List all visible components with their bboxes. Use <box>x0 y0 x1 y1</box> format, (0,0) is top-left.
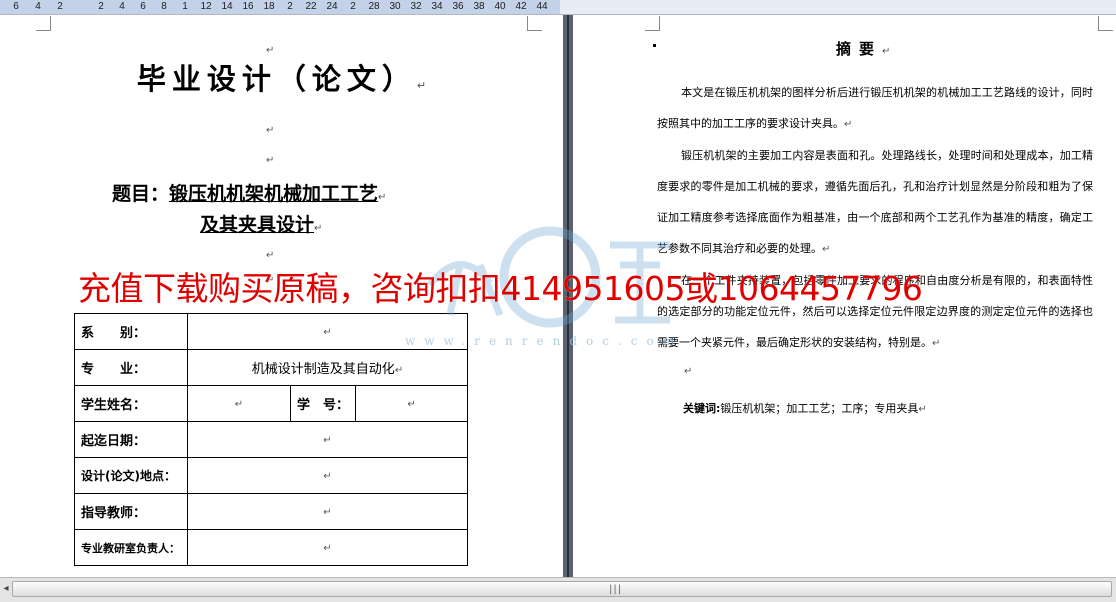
topic-text-1: 锻压机机架机械加工工艺 <box>169 183 379 205</box>
location-field[interactable]: ↵ <box>187 457 468 494</box>
office-head-label: 专业教研室负责人： <box>74 529 188 566</box>
topic-line-2: 及其夹具设计↵ <box>200 210 322 237</box>
major-value: 机械设计制造及其自动化 <box>251 362 395 377</box>
watermark-text: 充值下载购买原稿，咨询扣扣414951605或1064457796 <box>78 269 923 308</box>
student-name-field[interactable]: ↵ <box>187 385 291 422</box>
paragraph-mark: ↵ <box>314 223 323 234</box>
abstract-title: 摘要↵ <box>836 38 890 59</box>
table-row: 专 业： 机械设计制造及其自动化↵ <box>74 349 468 386</box>
topic-text-2: 及其夹具设计 <box>200 214 315 236</box>
ruler-label: 44 <box>536 1 548 12</box>
ruler-label: 6 <box>13 1 19 12</box>
abstract-paragraph-1: 本文是在锻压机机架的图样分析后进行锻压机机架的机械加工工艺路线的设计，同时按照其… <box>657 77 1093 140</box>
scrollbar-thumb[interactable]: ||| <box>12 581 1112 597</box>
paragraph-mark: ↵ <box>378 192 387 203</box>
table-row: 专业教研室负责人： ↵ <box>74 529 468 566</box>
topic-line-1: 题目：锻压机机架机械加工工艺↵ <box>112 179 386 206</box>
paragraph-mark: ↵ <box>323 435 332 446</box>
ruler-label: 16 <box>242 1 254 12</box>
paragraph-mark: ↵ <box>266 155 275 166</box>
paragraph-mark: ↵ <box>882 46 891 57</box>
table-row: 起迄日期： ↵ <box>74 421 468 458</box>
crop-mark <box>36 16 51 31</box>
paragraph-mark: ↵ <box>932 338 941 349</box>
office-head-field[interactable]: ↵ <box>187 529 468 566</box>
location-label: 设计(论文)地点： <box>74 457 188 494</box>
major-field[interactable]: 机械设计制造及其自动化↵ <box>187 349 468 386</box>
dates-field[interactable]: ↵ <box>187 421 468 458</box>
ruler-label: 6 <box>140 1 146 12</box>
student-info-table: 系 别： ↵ 专 业： 机械设计制造及其自动化↵ 学生姓名： ↵ 学 号： ↵ … <box>74 313 468 566</box>
paragraph-mark: ↵ <box>684 366 693 377</box>
paragraph-mark: ↵ <box>394 365 404 376</box>
scrollbar-grip-icon: ||| <box>609 584 623 595</box>
ruler-label: 2 <box>98 1 104 12</box>
paragraph-mark: ↵ <box>266 125 275 136</box>
ruler-label: 32 <box>410 1 422 12</box>
ruler-label: 4 <box>119 1 125 12</box>
advisor-field[interactable]: ↵ <box>187 493 468 530</box>
horizontal-ruler[interactable]: 6 4 2 2 4 6 8 1 12 14 16 18 2 22 24 2 28 30 32 34 36 38 40 42 44 <box>0 0 1116 15</box>
ruler-label: 42 <box>515 1 527 12</box>
keywords-line: 关键词:锻压机机架；加工工艺；工序；专用夹具↵ <box>683 402 927 415</box>
abstract-title-text: 摘要 <box>836 40 883 58</box>
ruler-label: 24 <box>326 1 338 12</box>
bullet-mark <box>653 44 656 47</box>
department-label: 系 别： <box>74 313 188 350</box>
crop-mark <box>527 16 542 31</box>
thesis-title: 毕业设计（论文）↵ <box>0 56 563 98</box>
advisor-label: 指导教师： <box>74 493 188 530</box>
abstract-paragraph-2: 锻压机机架的主要加工内容是表面和孔。处理路线长，处理时间和处理成本，加工精度要求… <box>657 140 1093 265</box>
watermark-url: www.renrendoc.com <box>405 334 684 348</box>
ruler-label: 8 <box>161 1 167 12</box>
ruler-label: 34 <box>431 1 443 12</box>
ruler-label: 22 <box>305 1 317 12</box>
scroll-left-arrow-icon[interactable]: ◂ <box>0 581 12 597</box>
ruler-label: 14 <box>221 1 233 12</box>
ruler-label: 4 <box>35 1 41 12</box>
ruler-label: 38 <box>473 1 485 12</box>
topic-prefix: 题目： <box>112 183 170 205</box>
horizontal-scrollbar[interactable]: ◂ ||| <box>0 577 1116 602</box>
crop-mark <box>1098 16 1113 31</box>
ruler-label: 30 <box>389 1 401 12</box>
paragraph-mark: ↵ <box>323 543 332 554</box>
paragraph-mark: ↵ <box>266 250 275 261</box>
table-row: 指导教师： ↵ <box>74 493 468 530</box>
dates-label: 起迄日期： <box>74 421 188 458</box>
ruler-label: 28 <box>368 1 380 12</box>
paragraph-mark: ↵ <box>323 471 332 482</box>
ruler-label: 18 <box>263 1 275 12</box>
student-id-label: 学 号： <box>289 385 357 422</box>
student-name-label: 学生姓名： <box>74 385 188 422</box>
abstract-paragraph-text: 本文是在锻压机机架的图样分析后进行锻压机机架的机械加工工艺路线的设计，同时按照其… <box>657 86 1093 130</box>
major-label: 专 业： <box>74 349 188 386</box>
paragraph-mark: ↵ <box>822 244 831 255</box>
ruler-label: 2 <box>57 1 63 12</box>
paragraph-mark: ↵ <box>266 45 275 56</box>
paragraph-mark: ↵ <box>323 507 332 518</box>
crop-mark <box>645 16 660 31</box>
ruler-label: 2 <box>287 1 293 12</box>
abstract-paragraph-text: 锻压机机架的主要加工内容是表面和孔。处理路线长，处理时间和处理成本，加工精度要求… <box>657 149 1093 255</box>
ruler-label: 1 <box>182 1 188 12</box>
paragraph-mark: ↵ <box>844 119 853 130</box>
table-row: 学生姓名： ↵ 学 号： ↵ <box>74 385 468 422</box>
ruler-label: 12 <box>200 1 212 12</box>
paragraph-mark: ↵ <box>407 399 416 410</box>
ruler-label: 36 <box>452 1 464 12</box>
table-row: 设计(论文)地点： ↵ <box>74 457 468 494</box>
paragraph-mark: ↵ <box>416 79 427 92</box>
paragraph-mark: ↵ <box>323 327 332 338</box>
thesis-title-text: 毕业设计（论文） <box>136 62 417 96</box>
keywords-label: 关键词 <box>683 402 716 415</box>
keywords-text: 锻压机机架；加工工艺；工序；专用夹具 <box>720 402 919 415</box>
ruler-label: 2 <box>350 1 356 12</box>
paragraph-mark: ↵ <box>918 404 927 415</box>
paragraph-mark: ↵ <box>234 399 244 410</box>
ruler-label: 40 <box>494 1 506 12</box>
student-id-field[interactable]: ↵ <box>355 385 468 422</box>
